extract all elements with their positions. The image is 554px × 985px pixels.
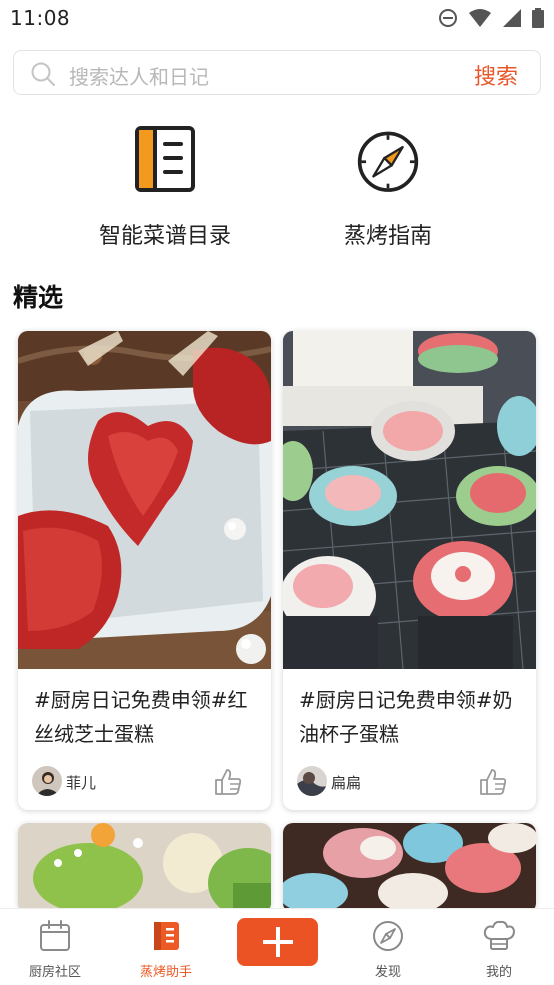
card-title: #厨房日记免费申领#奶油杯子蛋糕	[299, 688, 513, 746]
compass-icon	[357, 131, 419, 192]
compass-icon	[373, 921, 403, 951]
search-icon	[31, 62, 55, 86]
avatar[interactable]	[32, 766, 62, 796]
search-input[interactable]: 搜索达人和日记	[69, 61, 209, 90]
chef-hat-icon	[483, 920, 515, 950]
cream-cupcakes-photo	[283, 331, 536, 669]
card-title: #厨房日记免费申领#红丝绒芝士蛋糕	[34, 688, 248, 746]
tab-steam-bake-helper[interactable]: 蒸烤助手	[126, 909, 206, 985]
tab-discover[interactable]: 发现	[348, 909, 428, 985]
tab-kitchen-community-label: 厨房社区	[28, 965, 81, 980]
steam-bake-guide-label: 蒸烤指南	[343, 224, 432, 249]
feed-card[interactable]: #厨房日记免费申领#红丝绒芝士蛋糕 菲儿	[18, 331, 271, 810]
feed-card[interactable]: #厨房日记免费申领#奶油杯子蛋糕 扁扁	[283, 331, 536, 810]
battery-icon	[532, 8, 544, 28]
thumbs-up-icon[interactable]	[213, 767, 243, 797]
bottom-navigation: 厨房社区 蒸烤助手 发现 我的	[0, 908, 554, 985]
red-velvet-heart-cakes-photo	[18, 331, 271, 669]
flower-cupcakes-photo	[283, 823, 536, 913]
tab-kitchen-community[interactable]: 厨房社区	[15, 909, 95, 985]
wifi-icon	[469, 9, 491, 27]
steam-bake-guide-entry[interactable]: 蒸烤指南	[288, 120, 488, 255]
tab-discover-label: 发现	[374, 965, 401, 980]
avatar[interactable]	[297, 766, 327, 796]
do-not-disturb-icon	[439, 9, 457, 27]
feed-card[interactable]	[18, 823, 271, 913]
card-author[interactable]: 扁扁	[331, 772, 361, 793]
plus-icon	[262, 927, 293, 957]
book-icon	[154, 922, 179, 950]
calendar-icon	[40, 920, 70, 951]
smart-recipe-catalog-entry[interactable]: 智能菜谱目录	[65, 120, 265, 255]
add-button[interactable]	[237, 918, 318, 966]
status-icons	[438, 8, 544, 28]
thumbs-up-icon[interactable]	[478, 767, 508, 797]
cellular-signal-icon	[503, 9, 521, 27]
status-bar: 11:08	[0, 0, 554, 38]
tab-me[interactable]: 我的	[459, 909, 539, 985]
search-bar[interactable]: 搜索达人和日记 搜索	[13, 50, 541, 95]
smart-recipe-catalog-label: 智能菜谱目录	[98, 224, 231, 249]
feed-card[interactable]	[283, 823, 536, 913]
green-cupcakes-photo	[18, 823, 271, 913]
featured-section-title: 精选	[13, 283, 64, 312]
card-author[interactable]: 菲儿	[66, 772, 96, 793]
search-button[interactable]: 搜索	[474, 59, 518, 91]
tab-steam-bake-helper-label: 蒸烤助手	[139, 965, 192, 980]
status-time: 11:08	[10, 6, 71, 30]
tab-me-label: 我的	[485, 965, 512, 980]
recipe-book-icon	[135, 126, 195, 192]
